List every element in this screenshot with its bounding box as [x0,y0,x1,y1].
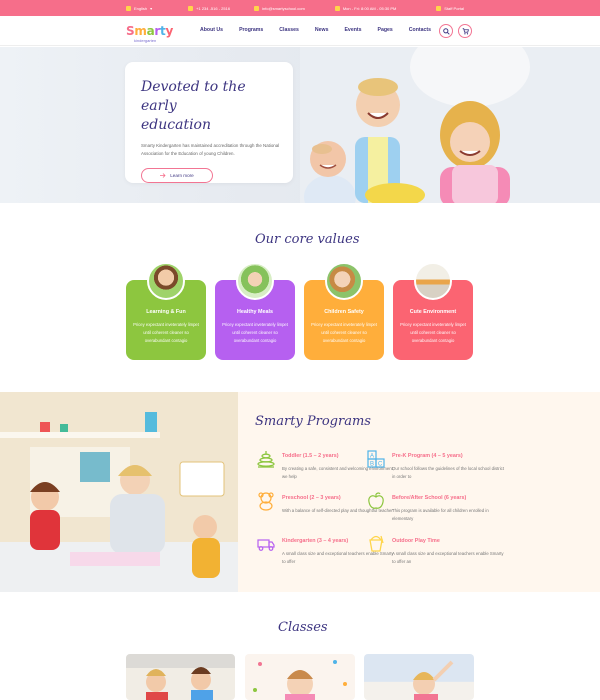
language-selector[interactable]: English ▾ [126,5,153,11]
phone-label: +1 234 -516 - 2516 [196,5,231,11]
hero-title-line1: Devoted to the early [141,79,246,114]
nav-contacts[interactable]: Contacts [409,27,431,33]
classes-title: Classes [278,620,328,635]
site-logo[interactable]: Smarty kindergarten [126,22,173,43]
value-title: Children Safety [324,309,364,315]
email-info[interactable]: info@smartyschool.com [254,5,305,11]
nav-about[interactable]: About Us [200,27,223,33]
main-menu: About Us Programs Classes News Events Pa… [200,27,431,33]
value-text: Pricey expectant inveterately limpet unt… [311,322,377,343]
nav-programs[interactable]: Programs [239,27,263,33]
class-photo-3[interactable] [364,654,474,700]
class-photo-1[interactable] [126,654,235,700]
program-before-after[interactable]: Before/After School (6 years) This progr… [392,495,508,523]
value-text: Pricey expectant inveterately limpet unt… [133,322,199,343]
program-title: Before/After School (6 years) [392,495,467,501]
value-photo-meals [236,262,274,300]
program-title: Outdoor Play Time [392,538,440,544]
class-photo-2[interactable] [245,654,355,700]
logo-wordmark: Smarty [126,24,173,38]
main-navbar: Smarty kindergarten About Us Programs Cl… [0,16,600,46]
sand-bucket-icon [369,535,384,552]
teddy-bear-icon [258,492,274,511]
svg-text:A: A [370,454,374,460]
value-title: Cute Environment [409,309,457,315]
class-photo-2-image [253,660,347,700]
program-outdoor[interactable]: Outdoor Play Time A small class size and… [392,538,508,566]
arrow-right-icon [160,173,166,178]
classroom-photo [0,392,238,592]
clock-icon [334,5,340,11]
hero-title-line2: education [141,117,211,133]
value-title: Learning & Fun [146,309,186,315]
program-text: This program is available for all childr… [392,508,489,521]
apple-icon [368,492,384,509]
programs-photo [0,392,238,592]
logo-subtitle: kindergarten [134,38,157,43]
program-text: Our school follows the guidelines of the… [392,466,505,479]
learn-more-button[interactable]: Learn more [141,168,213,183]
value-photo-learning [147,262,185,300]
hero-title: Devoted to the early education [141,78,277,135]
class-photo-3-image [413,660,454,700]
flag-icon [126,5,131,11]
values-title: Our core values [255,232,360,247]
email-label: info@smartyschool.com [262,5,305,11]
phone-info[interactable]: +1 234 -516 - 2516 [188,5,231,11]
nav-news[interactable]: News [315,27,329,33]
learn-more-label: Learn more [170,173,194,178]
toy-truck-icon [257,539,275,551]
hero-text: Smarty Kindergarten has maintained accre… [141,143,280,156]
hours-info: Mon - Fri: 8:00 AM - 05:30 PM [334,5,397,11]
hero-card: Devoted to the early education Smarty Ki… [125,62,293,183]
nav-pages[interactable]: Pages [377,27,392,33]
svg-text:B: B [370,462,374,468]
value-photo-environment [414,262,452,300]
svg-text:C: C [378,462,383,468]
user-icon [436,5,442,11]
cart-icon [462,27,469,34]
programs-title: Smarty Programs [255,414,371,429]
abc-blocks-icon: AB C [367,450,385,468]
value-text: Pricey expectant inveterately limpet unt… [400,322,466,343]
search-icon [442,27,450,35]
value-title: Healthy Meals [237,309,273,315]
program-prek[interactable]: Pre-K Program (4 – 5 years) Our school f… [392,453,508,481]
stacking-rings-icon [257,451,275,468]
hero-banner: Devoted to the early education Smarty Ki… [0,47,600,203]
hours-label: Mon - Fri: 8:00 AM - 05:30 PM [342,5,397,11]
nav-classes[interactable]: Classes [279,27,299,33]
nav-events[interactable]: Events [344,27,361,33]
chevron-down-icon: ▾ [150,5,153,11]
language-label: English [134,5,148,11]
program-title: Pre-K Program (4 – 5 years) [392,453,463,459]
value-text: Pricey expectant inveterately limpet unt… [222,322,288,343]
phone-icon [188,5,194,11]
value-photo-safety [325,262,363,300]
mail-icon [254,5,260,11]
cart-button[interactable] [458,24,472,38]
login-label: Staff Portal [444,5,464,11]
program-text: A small class size and exceptional teach… [392,551,504,564]
login-link[interactable]: Staff Portal [436,5,464,11]
class-photo-1-image [146,667,213,700]
search-button[interactable] [439,24,453,38]
hero-children-photo [300,47,600,203]
top-bar: English ▾ +1 234 -516 - 2516 info@smarty… [0,0,600,16]
